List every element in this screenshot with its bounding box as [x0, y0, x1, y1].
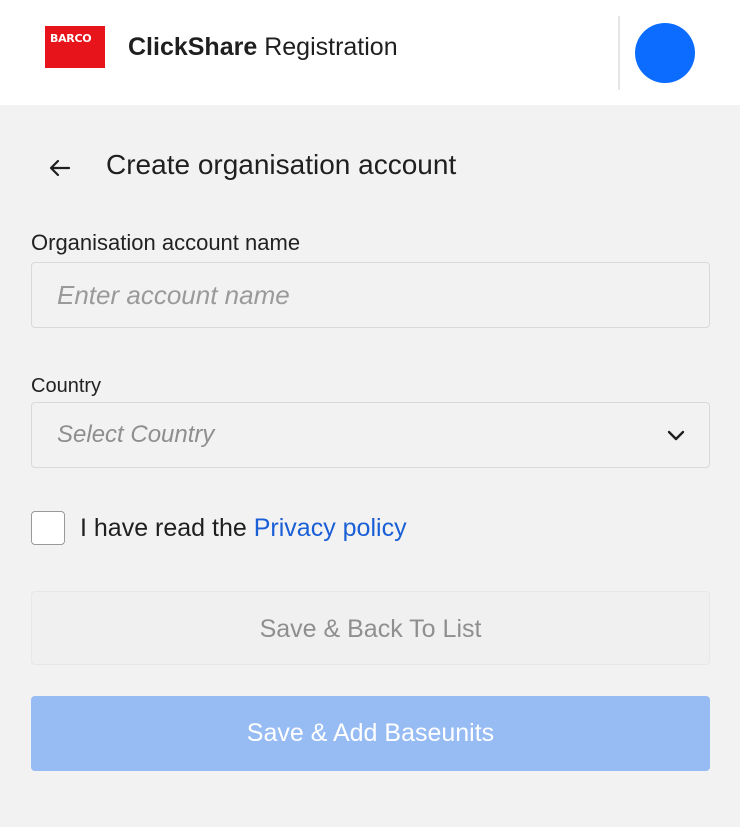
account-name-field[interactable]	[31, 262, 710, 328]
country-label: Country	[31, 375, 102, 397]
back-arrow-icon[interactable]	[45, 153, 75, 183]
save-back-to-list-button[interactable]: Save & Back To List	[31, 591, 710, 665]
account-name-input[interactable]	[32, 263, 709, 327]
privacy-checkbox[interactable]	[31, 511, 65, 545]
country-select[interactable]: Select Country	[31, 402, 710, 468]
form-panel: Create organisation account Organisation…	[0, 105, 740, 827]
privacy-label-text: I have read the	[80, 514, 247, 542]
header-divider	[618, 16, 620, 90]
privacy-policy-link[interactable]: Privacy policy	[254, 514, 407, 542]
country-select-placeholder: Select Country	[57, 421, 215, 448]
app-brand: ClickShare	[128, 33, 258, 61]
app-title-suffix: Registration	[264, 33, 398, 61]
app-title: ClickShare Registration	[128, 32, 398, 62]
chevron-down-icon	[665, 425, 687, 447]
account-name-label: Organisation account name	[31, 230, 301, 255]
logo-text: BARCO	[50, 32, 92, 45]
user-avatar[interactable]	[635, 23, 695, 83]
app-header: BARCO ClickShare Registration	[0, 0, 740, 105]
barco-logo: BARCO	[45, 26, 105, 68]
page-title: Create organisation account	[106, 149, 457, 180]
privacy-checkbox-label: I have read the Privacy policy	[80, 513, 407, 543]
save-add-baseunits-button[interactable]: Save & Add Baseunits	[31, 696, 710, 771]
